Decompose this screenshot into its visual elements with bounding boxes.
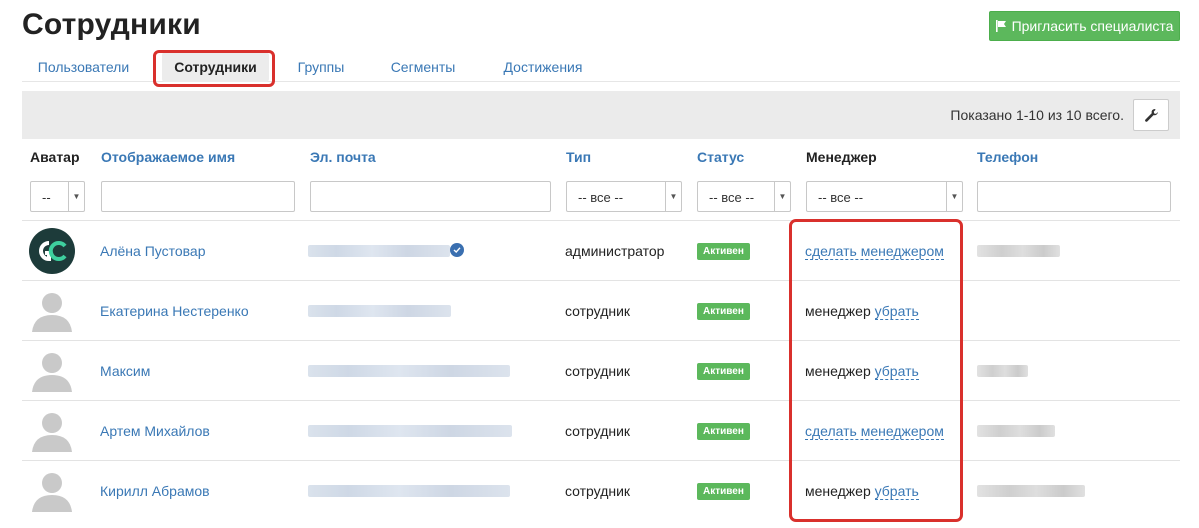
email-redacted (308, 365, 510, 377)
tabs-bar: Пользователи Сотрудники Группы Сегменты … (22, 52, 1180, 82)
chevron-down-icon: ▼ (774, 182, 790, 211)
flag-icon (995, 20, 1006, 32)
column-header-phone[interactable]: Телефон (977, 149, 1038, 165)
user-type: сотрудник (565, 423, 631, 439)
status-badge: Активен (697, 363, 750, 380)
person-silhouette-icon (32, 413, 72, 452)
user-name-link[interactable]: Екатерина Нестеренко (100, 303, 249, 319)
column-header-manager: Менеджер (806, 149, 877, 165)
remove-manager-link[interactable]: убрать (874, 483, 919, 500)
tab-groups[interactable]: Группы (286, 52, 356, 82)
status-badge: Активен (697, 243, 750, 260)
manager-status: менеджер убрать (805, 483, 919, 500)
table-toolbar: Показано 1-10 из 10 всего. (22, 91, 1180, 139)
email-filter-input[interactable] (310, 181, 551, 212)
table-row: Екатерина Нестеренко сотрудник Активен м… (22, 280, 1180, 340)
tab-segments[interactable]: Сегменты (377, 52, 469, 82)
wrench-icon (1144, 108, 1158, 122)
tab-employees[interactable]: Сотрудники (162, 52, 269, 82)
column-header-name[interactable]: Отображаемое имя (101, 149, 235, 165)
user-name-link[interactable]: Максим (100, 363, 150, 379)
settings-button[interactable] (1133, 99, 1169, 131)
status-badge: Активен (697, 483, 750, 500)
person-silhouette-icon (32, 293, 72, 332)
person-silhouette-icon (32, 353, 72, 392)
column-header-status[interactable]: Статус (697, 149, 744, 165)
user-type: сотрудник (565, 363, 631, 379)
column-header-avatar: Аватар (30, 149, 80, 165)
chevron-down-icon: ▼ (68, 182, 84, 211)
table-row: Артем Михайлов сотрудник Активен сделать… (22, 400, 1180, 460)
remove-manager-link[interactable]: убрать (874, 363, 919, 380)
user-type: администратор (565, 243, 665, 259)
phone-redacted (977, 485, 1085, 497)
type-filter-select[interactable]: -- все -- ▼ (566, 181, 682, 212)
manager-status: менеджер убрать (805, 303, 919, 320)
invite-specialist-button[interactable]: Пригласить специалиста (989, 11, 1180, 41)
make-manager-link[interactable]: сделать менеджером (805, 243, 944, 260)
pagination-summary: Показано 1-10 из 10 всего. (950, 107, 1124, 123)
page-title: Сотрудники (22, 8, 201, 41)
verified-check-icon (450, 243, 464, 257)
chevron-down-icon: ▼ (665, 182, 681, 211)
avatar-filter-value: -- (42, 190, 51, 205)
status-badge: Активен (697, 303, 750, 320)
user-name-link[interactable]: Кирилл Абрамов (100, 483, 210, 499)
gc-logo-icon (39, 241, 67, 262)
manager-filter-value: -- все -- (818, 190, 864, 205)
phone-redacted (977, 245, 1060, 257)
status-badge: Активен (697, 423, 750, 440)
status-filter-value: -- все -- (709, 190, 755, 205)
user-name-link[interactable]: Артем Михайлов (100, 423, 210, 439)
type-filter-value: -- все -- (578, 190, 624, 205)
chevron-down-icon: ▼ (946, 182, 962, 211)
manager-label: менеджер (805, 303, 871, 319)
table-row: Алёна Пустовар администратор Активен сде… (22, 220, 1180, 280)
phone-redacted (977, 425, 1055, 437)
email-redacted (308, 485, 510, 497)
user-type: сотрудник (565, 483, 631, 499)
email-redacted (308, 305, 451, 317)
table-row: Максим сотрудник Активен менеджер убрать (22, 340, 1180, 400)
table-row: Кирилл Абрамов сотрудник Активен менедже… (22, 460, 1180, 520)
column-header-type[interactable]: Тип (566, 149, 591, 165)
person-silhouette-icon (32, 473, 72, 512)
phone-redacted (977, 365, 1028, 377)
remove-manager-link[interactable]: убрать (874, 303, 919, 320)
make-manager-link[interactable]: сделать менеджером (805, 423, 944, 440)
manager-label: менеджер (805, 363, 871, 379)
manager-label: менеджер (805, 483, 871, 499)
user-name-link[interactable]: Алёна Пустовар (100, 243, 206, 259)
manager-status: менеджер убрать (805, 363, 919, 380)
column-header-email[interactable]: Эл. почта (310, 149, 376, 165)
manager-filter-select[interactable]: -- все -- ▼ (806, 181, 963, 212)
name-filter-input[interactable] (101, 181, 295, 212)
tab-users[interactable]: Пользователи (22, 52, 145, 82)
avatar-filter-select[interactable]: -- ▼ (30, 181, 85, 212)
invite-button-label: Пригласить специалиста (1011, 18, 1174, 34)
avatar (29, 228, 75, 274)
tab-achievements[interactable]: Достижения (488, 52, 598, 82)
phone-filter-input[interactable] (977, 181, 1171, 212)
user-type: сотрудник (565, 303, 631, 319)
email-redacted (308, 245, 450, 257)
email-redacted (308, 425, 512, 437)
status-filter-select[interactable]: -- все -- ▼ (697, 181, 791, 212)
